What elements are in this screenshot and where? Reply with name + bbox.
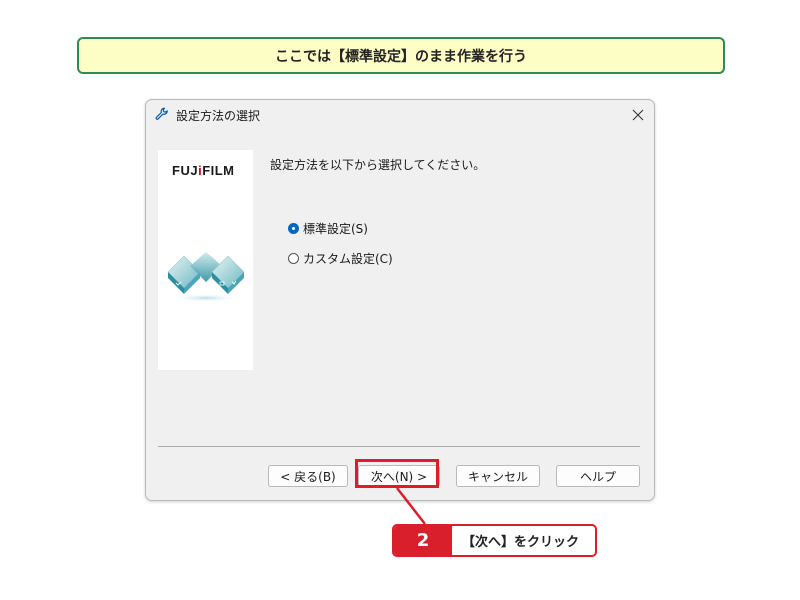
step-instruction: 【次へ】をクリック	[462, 535, 580, 550]
next-button-highlight	[355, 459, 439, 488]
radio-standard-checked[interactable]	[288, 223, 299, 234]
footer-separator	[158, 446, 640, 447]
banner-text: ここでは【標準設定】のまま作業を行う	[275, 48, 527, 65]
back-button[interactable]: < 戻る(B)	[268, 465, 348, 487]
dialog-titlebar: 設定方法の選択	[146, 100, 654, 129]
instruction-text: 設定方法を以下から選択してください。	[270, 158, 486, 172]
setup-method-dialog: 設定方法の選択 FUJiFILM 設定方法を以下から選択してください。 標準設定…	[145, 99, 655, 501]
infinity-logo-icon	[167, 252, 245, 302]
option-custom[interactable]: カスタム設定(C)	[288, 250, 393, 267]
instruction-banner: ここでは【標準設定】のまま作業を行う	[77, 37, 725, 74]
step-number: 2	[394, 526, 452, 555]
radio-custom[interactable]	[288, 253, 299, 264]
brand-panel: FUJiFILM	[158, 150, 253, 370]
step-callout: 2 【次へ】をクリック	[392, 524, 597, 557]
fujifilm-logo: FUJiFILM	[172, 163, 235, 178]
dialog-title: 設定方法の選択	[176, 109, 261, 123]
close-button[interactable]	[622, 100, 654, 129]
help-button[interactable]: ヘルプ	[556, 465, 640, 487]
wrench-icon	[155, 107, 168, 120]
option-standard-label: 標準設定(S)	[303, 222, 368, 236]
close-icon	[632, 109, 644, 120]
option-standard[interactable]: 標準設定(S)	[288, 220, 368, 237]
cancel-button[interactable]: キャンセル	[456, 465, 540, 487]
option-custom-label: カスタム設定(C)	[303, 252, 393, 266]
